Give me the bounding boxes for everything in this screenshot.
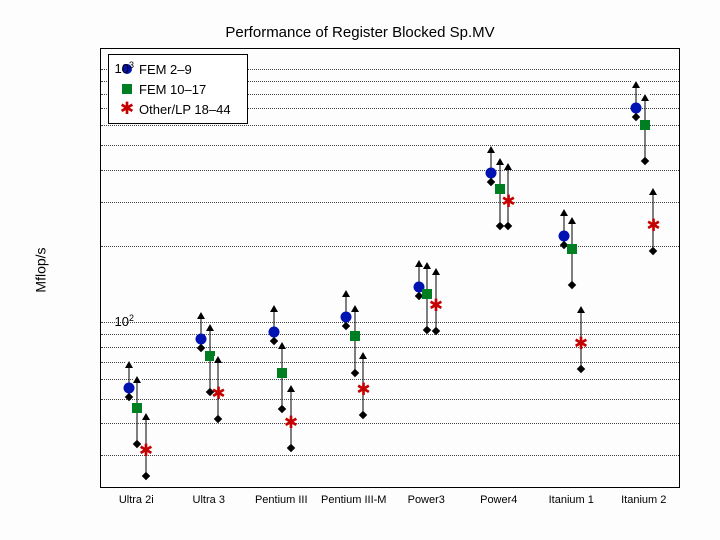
square-marker	[205, 351, 215, 361]
diamond-icon	[504, 222, 512, 230]
range-bar	[282, 349, 283, 410]
asterisk-marker: ✱	[647, 219, 660, 233]
arrow-up-icon	[270, 305, 278, 312]
circle-marker	[268, 326, 279, 337]
diamond-icon	[269, 337, 277, 345]
arrow-up-icon	[560, 209, 568, 216]
diamond-icon	[142, 472, 150, 480]
legend-item: FEM 10–17	[115, 79, 241, 99]
range-bar	[427, 269, 428, 330]
arrow-up-icon	[351, 305, 359, 312]
grid-line	[101, 347, 679, 348]
arrow-up-icon	[133, 376, 141, 383]
square-marker	[132, 403, 142, 413]
grid-line	[101, 202, 679, 203]
y-tick-label: 102	[115, 313, 134, 329]
grid-line	[101, 455, 679, 456]
diamond-icon	[423, 325, 431, 333]
diamond-icon	[649, 246, 657, 254]
grid-line	[101, 399, 679, 400]
range-bar	[209, 331, 210, 392]
circle-marker	[631, 103, 642, 114]
x-tick-label: Power3	[408, 494, 445, 506]
arrow-up-icon	[496, 158, 504, 165]
diamond-icon	[577, 365, 585, 373]
arrow-up-icon	[206, 324, 214, 331]
asterisk-marker: ✱	[284, 416, 297, 430]
circle-marker	[341, 312, 352, 323]
grid-line	[101, 322, 679, 323]
arrow-up-icon	[287, 385, 295, 392]
arrow-up-icon	[504, 163, 512, 170]
circle-marker	[486, 167, 497, 178]
x-tick-label: Power4	[480, 494, 517, 506]
range-bar	[499, 165, 500, 226]
arrow-up-icon	[415, 260, 423, 267]
arrow-up-icon	[423, 262, 431, 269]
arrow-up-icon	[197, 312, 205, 319]
diamond-icon	[287, 444, 295, 452]
x-tick-label: Itanium 2	[621, 494, 666, 506]
range-bar	[137, 383, 138, 444]
arrow-up-icon	[359, 352, 367, 359]
x-tick-label: Itanium 1	[549, 494, 594, 506]
asterisk-marker: ✱	[139, 444, 152, 458]
circle-marker	[558, 230, 569, 241]
grid-line	[101, 125, 679, 126]
x-tick-label: Ultra 3	[193, 494, 225, 506]
diamond-icon	[568, 281, 576, 289]
diamond-icon	[124, 393, 132, 401]
range-bar	[572, 224, 573, 285]
arrow-up-icon	[432, 268, 440, 275]
grid-line	[101, 246, 679, 247]
legend-label: Other/LP 18–44	[139, 102, 231, 117]
diamond-icon	[641, 157, 649, 165]
square-marker	[277, 368, 287, 378]
chart-title: Performance of Register Blocked Sp.MV	[0, 24, 720, 41]
x-tick-label: Ultra 2i	[119, 494, 154, 506]
y-tick-label: 103	[115, 60, 134, 76]
square-marker	[350, 331, 360, 341]
arrow-up-icon	[278, 342, 286, 349]
asterisk-marker: ✱	[357, 383, 370, 397]
asterisk-marker: ✱	[574, 337, 587, 351]
legend-item: ✱ Other/LP 18–44	[115, 99, 241, 119]
square-icon	[115, 84, 139, 94]
x-tick-label: Pentium III	[255, 494, 308, 506]
grid-line	[101, 423, 679, 424]
grid-line	[101, 170, 679, 171]
arrow-up-icon	[214, 356, 222, 363]
asterisk-marker: ✱	[212, 387, 225, 401]
y-axis-label: Mflop/s	[33, 247, 49, 292]
arrow-up-icon	[577, 306, 585, 313]
legend-label: FEM 10–17	[139, 82, 206, 97]
asterisk-marker: ✱	[502, 195, 515, 209]
circle-marker	[123, 383, 134, 394]
range-bar	[354, 312, 355, 373]
arrow-up-icon	[632, 81, 640, 88]
asterisk-icon: ✱	[115, 102, 139, 116]
grid-line	[101, 145, 679, 146]
grid-line	[101, 379, 679, 380]
arrow-up-icon	[641, 94, 649, 101]
circle-marker	[196, 334, 207, 345]
diamond-icon	[351, 368, 359, 376]
legend-label: FEM 2–9	[139, 62, 192, 77]
range-bar	[644, 101, 645, 162]
arrow-up-icon	[649, 188, 657, 195]
diamond-icon	[214, 415, 222, 423]
x-tick-label: Pentium III-M	[321, 494, 386, 506]
asterisk-marker: ✱	[429, 299, 442, 313]
grid-line	[101, 362, 679, 363]
arrow-up-icon	[487, 146, 495, 153]
chart-container: Performance of Register Blocked Sp.MV Mf…	[0, 0, 720, 540]
square-marker	[567, 244, 577, 254]
arrow-up-icon	[568, 217, 576, 224]
diamond-icon	[359, 411, 367, 419]
grid-line	[101, 334, 679, 335]
arrow-up-icon	[125, 361, 133, 368]
arrow-up-icon	[342, 290, 350, 297]
arrow-up-icon	[142, 413, 150, 420]
square-marker	[640, 120, 650, 130]
